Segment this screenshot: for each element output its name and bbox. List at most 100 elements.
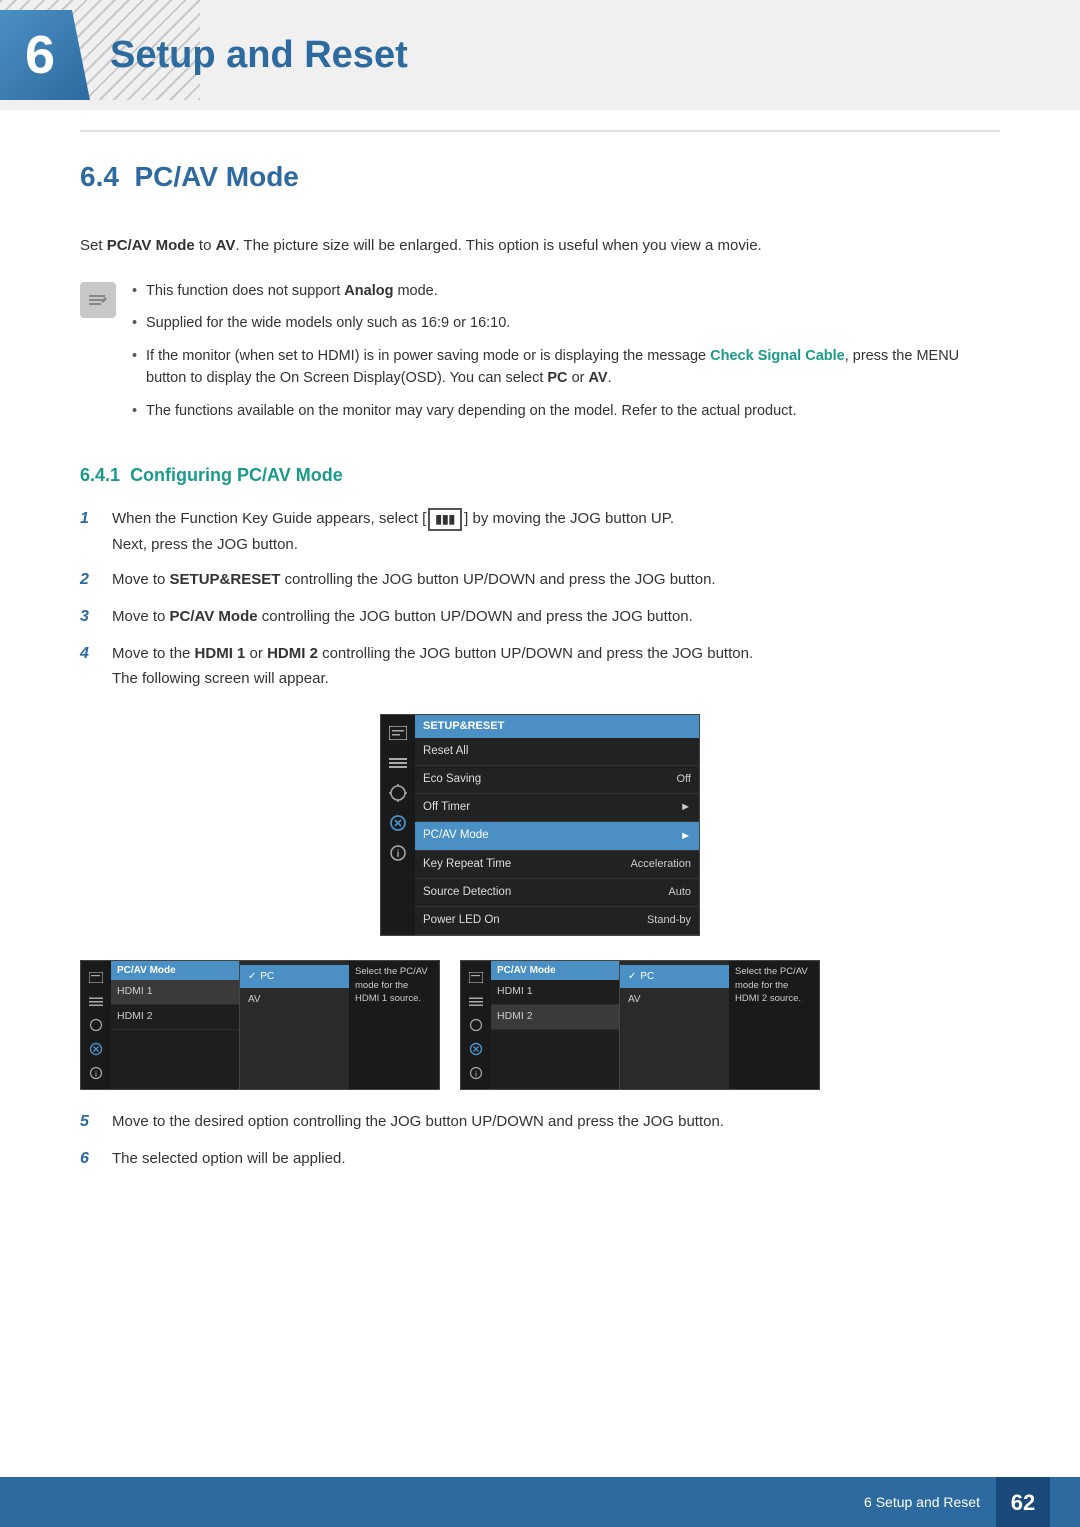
step-num-4: 4 [80, 642, 106, 667]
sub-sidebar-icon-5b: i [465, 1065, 487, 1081]
sub-sidebar-icon-1a [85, 969, 107, 985]
sub-menu-item-hdmi2-1: HDMI 2 [111, 1005, 239, 1030]
page-footer: 6 Setup and Reset 62 [0, 1477, 1080, 1527]
note-box: This function does not support Analog mo… [80, 280, 1000, 432]
step-content-2: Move to SETUP&RESET controlling the JOG … [112, 568, 1000, 591]
svg-text:i: i [475, 1072, 477, 1079]
icon-sidebar: i [381, 715, 415, 935]
menu-item-reset-all: Reset All [415, 738, 699, 766]
setup-reset-bold: SETUP&RESET [170, 571, 281, 588]
sidebar-icon-3 [387, 785, 409, 801]
sub-panel-2: ✓PC AV [619, 961, 729, 1089]
sub-screenshot-1: i PC/AV Mode HDMI 1 HDMI 2 ✓PC AV Select… [80, 960, 440, 1090]
main-content: 6.4 PC/AV Mode Set PC/AV Mode to AV. The… [0, 110, 1080, 1270]
note-item-3: If the monitor (when set to HDMI) is in … [128, 345, 1000, 390]
sidebar-icon-2 [387, 755, 409, 771]
two-screenshots-row: i PC/AV Mode HDMI 1 HDMI 2 ✓PC AV Select… [80, 960, 1000, 1090]
svg-text:i: i [95, 1072, 97, 1079]
sub-menu-item-hdmi1-2: HDMI 1 [491, 980, 619, 1005]
menu-screenshot: i SETUP&RESET Reset All Eco SavingOff Of… [380, 714, 700, 936]
note-icon [80, 282, 116, 318]
sub-sidebar-icon-2b [465, 993, 487, 1009]
sub-panel-1: ✓PC AV [239, 961, 349, 1089]
step-num-3: 3 [80, 605, 106, 630]
menu-main: SETUP&RESET Reset All Eco SavingOff Off … [415, 715, 699, 935]
sub-panel-pc-2: ✓PC [620, 965, 729, 988]
step-num-1: 1 [80, 507, 106, 532]
check-icon-1: ✓ [248, 971, 256, 982]
note-item-2: Supplied for the wide models only such a… [128, 312, 1000, 334]
intro-paragraph: Set PC/AV Mode to AV. The picture size w… [80, 234, 1000, 258]
sub-sidebar-icon-4b [465, 1041, 487, 1057]
step-1: 1 When the Function Key Guide appears, s… [80, 507, 1000, 556]
steps-list: 1 When the Function Key Guide appears, s… [80, 507, 1000, 690]
subsection-title: Configuring PC/AV Mode [130, 465, 343, 485]
step-num-6: 6 [80, 1147, 106, 1172]
sub-icon-sidebar-2: i [461, 961, 491, 1089]
step-content-3: Move to PC/AV Mode controlling the JOG b… [112, 605, 1000, 628]
subsection-heading: 6.4.1 Configuring PC/AV Mode [80, 462, 1000, 489]
step-content-1: When the Function Key Guide appears, sel… [112, 507, 1000, 556]
check-icon-2: ✓ [628, 971, 636, 982]
chapter-number: 6 [25, 15, 55, 96]
sub-menu-item-hdmi2-2: HDMI 2 [491, 1005, 619, 1030]
sub-panel-pc-1: ✓PC [240, 965, 349, 988]
sub-sidebar-icon-2a [85, 993, 107, 1009]
sub-sidebar-icon-1b [465, 969, 487, 985]
pencil-icon [87, 289, 109, 311]
step-2: 2 Move to SETUP&RESET controlling the JO… [80, 568, 1000, 593]
section-heading: 6.4 PC/AV Mode [80, 156, 1000, 206]
sub-sidebar-icon-4a [85, 1041, 107, 1057]
sub-screenshot-2: i PC/AV Mode HDMI 1 HDMI 2 ✓PC AV Select… [460, 960, 820, 1090]
sub-icon-sidebar-1: i [81, 961, 111, 1089]
sub-sidebar-icon-3a [85, 1017, 107, 1033]
jog-grid-icon: ▮▮▮ [428, 508, 462, 531]
side-text-2: Select the PC/AV mode for the HDMI 2 sou… [729, 961, 819, 1089]
chapter-title: Setup and Reset [110, 27, 408, 84]
pcav-mode-bold: PC/AV Mode [170, 608, 258, 625]
menu-item-pcav: PC/AV Mode► [415, 822, 699, 850]
menu-item-source: Source DetectionAuto [415, 879, 699, 907]
chapter-title-text: Setup and Reset [110, 34, 408, 76]
main-menu-diagram: i SETUP&RESET Reset All Eco SavingOff Of… [80, 714, 1000, 936]
step-num-5: 5 [80, 1110, 106, 1135]
step-6: 6 The selected option will be applied. [80, 1147, 1000, 1172]
step-4-sub: The following screen will appear. [112, 667, 1000, 690]
svg-text:i: i [397, 849, 400, 860]
menu-item-eco: Eco SavingOff [415, 766, 699, 794]
sub-menu-main-1: PC/AV Mode HDMI 1 HDMI 2 [111, 961, 239, 1089]
sidebar-icon-5: i [387, 845, 409, 861]
sub-panel-av-2: AV [620, 988, 729, 1011]
sidebar-icon-1 [387, 725, 409, 741]
footer-text: 6 Setup and Reset [864, 1492, 980, 1513]
analog-bold: Analog [344, 283, 393, 299]
step-content-4: Move to the HDMI 1 or HDMI 2 controlling… [112, 642, 1000, 691]
menu-item-power-led: Power LED OnStand-by [415, 907, 699, 935]
steps-list-2: 5 Move to the desired option controlling… [80, 1110, 1000, 1172]
section-title: PC/AV Mode [135, 161, 299, 192]
sub-panel-av-1: AV [240, 988, 349, 1011]
page-number: 62 [996, 1477, 1050, 1527]
pc-bold: PC [547, 370, 567, 386]
chapter-header: 6 Setup and Reset [0, 0, 1080, 110]
sub-sidebar-icon-5a: i [85, 1065, 107, 1081]
sub-sidebar-icon-3b [465, 1017, 487, 1033]
step-4: 4 Move to the HDMI 1 or HDMI 2 controlli… [80, 642, 1000, 691]
note-content: This function does not support Analog mo… [128, 280, 1000, 432]
step-3: 3 Move to PC/AV Mode controlling the JOG… [80, 605, 1000, 630]
check-signal-bold: Check Signal Cable [710, 348, 845, 364]
pcav-bold: PC/AV Mode [107, 237, 195, 254]
chapter-number-box: 6 [0, 10, 90, 100]
hdmi2-bold: HDMI 2 [267, 645, 318, 662]
step-1-sub: Next, press the JOG button. [112, 533, 1000, 556]
section-number: 6.4 [80, 161, 119, 192]
side-text-1: Select the PC/AV mode for the HDMI 1 sou… [349, 961, 439, 1089]
sub-menu-main-2: PC/AV Mode HDMI 1 HDMI 2 [491, 961, 619, 1089]
av-bold-2: AV [589, 370, 608, 386]
hdmi1-bold: HDMI 1 [195, 645, 246, 662]
menu-title-bar: SETUP&RESET [415, 715, 699, 738]
sub-menu-item-hdmi1-1: HDMI 1 [111, 980, 239, 1005]
sub-menu-title-1: PC/AV Mode [111, 961, 239, 980]
step-num-2: 2 [80, 568, 106, 593]
step-content-5: Move to the desired option controlling t… [112, 1110, 1000, 1133]
